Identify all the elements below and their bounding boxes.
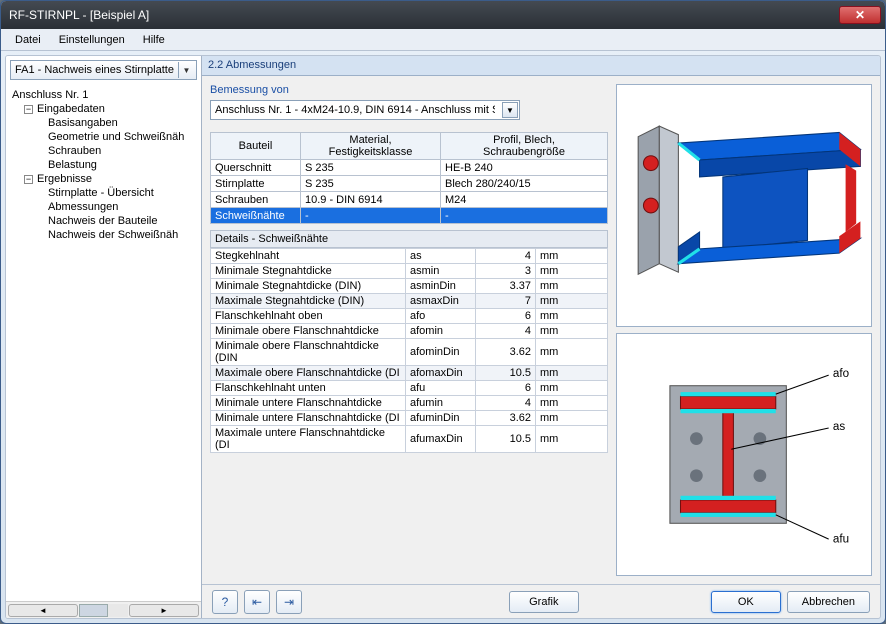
nav-tree: Anschluss Nr. 1 −Eingabedaten Basisangab… [6, 84, 201, 601]
content: Bemessung von Anschluss Nr. 1 - 4xM24-10… [202, 76, 880, 584]
footer: ? ⇤ ⇥ Grafik OK Abbrechen [202, 584, 880, 618]
tree-ergebnisse[interactable]: −Ergebnisse [6, 172, 201, 186]
bemessung-value: Anschluss Nr. 1 - 4xM24-10.9, DIN 6914 -… [215, 104, 495, 116]
label-afo: afo [833, 367, 849, 380]
panel-title: 2.2 Abmessungen [202, 56, 880, 76]
arrow-right-icon: ⇥ [284, 595, 294, 609]
details-row[interactable]: Minimale Stegnahtdickeasmin3mm [211, 264, 608, 279]
table-row[interactable]: Schrauben10.9 - DIN 6914M24 [211, 192, 608, 208]
collapse-icon: − [24, 175, 33, 184]
tree-item[interactable]: Nachweis der Bauteile [6, 214, 201, 228]
chevron-down-icon: ▼ [502, 102, 518, 118]
client-area: FA1 - Nachweis eines Stirnplatte ▼ Ansch… [5, 55, 881, 619]
horizontal-scrollbar[interactable]: ◄ ► [6, 601, 201, 618]
ok-button[interactable]: OK [711, 591, 781, 613]
scroll-track[interactable] [79, 604, 128, 617]
tree-eingabedaten[interactable]: −Eingabedaten [6, 102, 201, 116]
table-row-selected[interactable]: Schweißnähte-- [211, 208, 608, 224]
menu-file[interactable]: Datei [7, 32, 49, 48]
col-material: Material, Festigkeitsklasse [301, 133, 441, 160]
details-row[interactable]: Maximale obere Flanschnahtdicke (DIafoma… [211, 366, 608, 381]
details-row[interactable]: Flanschkehlnaht untenafu6mm [211, 381, 608, 396]
content-right: afo as afu [616, 84, 872, 576]
case-selector-value: FA1 - Nachweis eines Stirnplatte [15, 64, 175, 76]
details-row[interactable]: Stegkehlnahtas4mm [211, 249, 608, 264]
tree-item[interactable]: Belastung [6, 158, 201, 172]
help-button[interactable]: ? [212, 590, 238, 614]
tree-item[interactable]: Basisangaben [6, 116, 201, 130]
tree-label: Ergebnisse [37, 173, 92, 185]
col-bauteil: Bauteil [211, 133, 301, 160]
label-afu: afu [833, 532, 849, 545]
right-pane: 2.2 Abmessungen Bemessung von Anschluss … [202, 56, 880, 618]
tree-item[interactable]: Nachweis der Schweißnäh [6, 228, 201, 242]
details-header: Details - Schweißnähte [210, 230, 608, 248]
tree-label: Eingabedaten [37, 103, 105, 115]
chevron-down-icon: ▼ [178, 62, 194, 78]
details-row[interactable]: Minimale untere Flanschnahtdicke (DIafum… [211, 411, 608, 426]
components-table: Bauteil Material, Festigkeitsklasse Prof… [210, 132, 608, 224]
arrow-left-icon: ⇤ [252, 595, 262, 609]
table-row[interactable]: StirnplatteS 235Blech 280/240/15 [211, 176, 608, 192]
app-window: RF-STIRNPL - [Beispiel A] ✕ Datei Einste… [0, 0, 886, 624]
tree-item[interactable]: Schrauben [6, 144, 201, 158]
details-row[interactable]: Minimale untere Flanschnahtdickeafumin4m… [211, 396, 608, 411]
col-profil: Profil, Blech, Schraubengröße [441, 133, 608, 160]
table-row[interactable]: QuerschnittS 235HE-B 240 [211, 160, 608, 176]
tree-root[interactable]: Anschluss Nr. 1 [6, 88, 201, 102]
content-left: Bemessung von Anschluss Nr. 1 - 4xM24-10… [210, 84, 608, 576]
details-row[interactable]: Maximale untere Flanschnahtdicke (DIafum… [211, 426, 608, 453]
titlebar: RF-STIRNPL - [Beispiel A] ✕ [1, 1, 885, 29]
menubar: Datei Einstellungen Hilfe [1, 29, 885, 51]
details-row[interactable]: Minimale obere Flanschnahtdickeafomin4mm [211, 324, 608, 339]
case-selector[interactable]: FA1 - Nachweis eines Stirnplatte ▼ [10, 60, 197, 80]
details-row[interactable]: Flanschkehlnaht obenafo6mm [211, 309, 608, 324]
scroll-thumb[interactable] [79, 604, 108, 617]
menu-settings[interactable]: Einstellungen [51, 32, 133, 48]
tree-item[interactable]: Abmessungen [6, 200, 201, 214]
grafik-button[interactable]: Grafik [509, 591, 579, 613]
left-pane: FA1 - Nachweis eines Stirnplatte ▼ Ansch… [6, 56, 202, 618]
preview-3d[interactable] [616, 84, 872, 327]
scroll-right-button[interactable]: ► [129, 604, 199, 617]
details-row[interactable]: Minimale Stegnahtdicke (DIN)asminDin3.37… [211, 279, 608, 294]
details-table: Stegkehlnahtas4mmMinimale Stegnahtdickea… [210, 248, 608, 453]
menu-help[interactable]: Hilfe [135, 32, 173, 48]
preview-2d[interactable]: afo as afu [616, 333, 872, 576]
prev-button[interactable]: ⇤ [244, 590, 270, 614]
bemessung-label: Bemessung von [210, 84, 608, 96]
label-as: as [833, 420, 845, 433]
tree-item[interactable]: Geometrie und Schweißnäh [6, 130, 201, 144]
details-row[interactable]: Maximale Stegnahtdicke (DIN)asmaxDin7mm [211, 294, 608, 309]
details-row[interactable]: Minimale obere Flanschnahtdicke (DINafom… [211, 339, 608, 366]
bemessung-selector[interactable]: Anschluss Nr. 1 - 4xM24-10.9, DIN 6914 -… [210, 100, 520, 120]
tree-item[interactable]: Stirnplatte - Übersicht [6, 186, 201, 200]
close-button[interactable]: ✕ [839, 6, 881, 24]
weld-diagram-icon: afo as afu [617, 334, 871, 575]
beam-3d-icon [617, 85, 871, 326]
window-title: RF-STIRNPL - [Beispiel A] [9, 8, 839, 22]
next-button[interactable]: ⇥ [276, 590, 302, 614]
scroll-left-button[interactable]: ◄ [8, 604, 78, 617]
help-icon: ? [222, 595, 229, 609]
cancel-button[interactable]: Abbrechen [787, 591, 870, 613]
collapse-icon: − [24, 105, 33, 114]
